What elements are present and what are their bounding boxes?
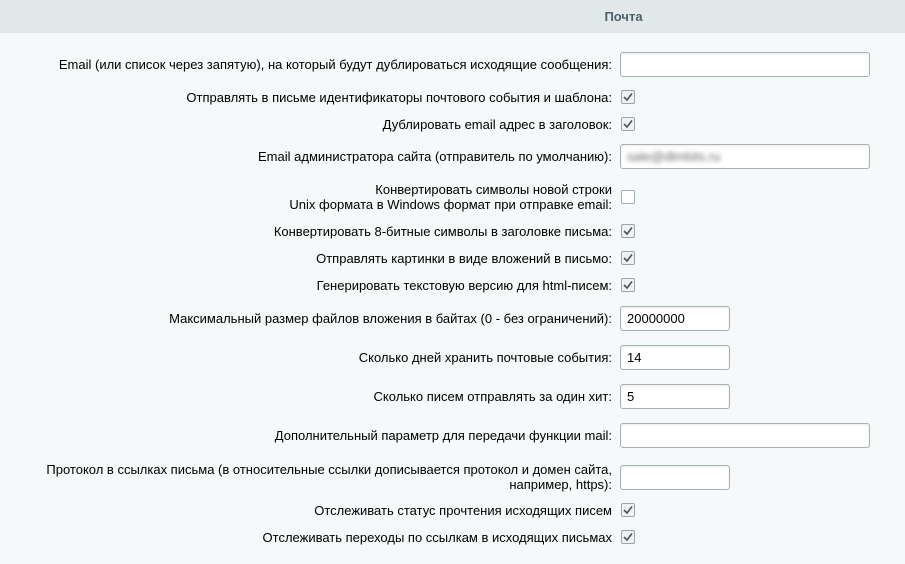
track-read-checkbox[interactable] <box>621 503 635 517</box>
field-label-line2: Unix формата в Windows формат при отправ… <box>289 197 612 212</box>
images-attachments-checkbox[interactable] <box>621 251 635 265</box>
max-attachment-size-input[interactable] <box>620 305 730 331</box>
event-days-input[interactable] <box>620 344 730 370</box>
letters-per-hit-input[interactable] <box>620 383 730 409</box>
row-mail-param: Дополнительный параметр для передачи фун… <box>0 422 905 448</box>
admin-email-input[interactable]: sale@dlmbits.ru <box>620 143 870 169</box>
duplicate-header-checkbox[interactable] <box>621 117 635 131</box>
field-label-line1: Конвертировать символы новой строки <box>375 182 612 197</box>
check-icon <box>623 120 633 129</box>
row-link-protocol: Протокол в ссылках письма (в относительн… <box>0 461 905 493</box>
row-track-read: Отслеживать статус прочтения исходящих п… <box>0 502 905 518</box>
field-label: Протокол в ссылках письма (в относительн… <box>0 462 620 492</box>
check-icon <box>623 227 633 236</box>
field-label: Email (или список через запятую), на кот… <box>58 56 612 72</box>
track-clicks-checkbox[interactable] <box>621 530 635 544</box>
mail-param-input[interactable] <box>620 422 870 448</box>
check-icon <box>623 506 633 515</box>
convert-8bit-checkbox[interactable] <box>621 224 635 238</box>
field-label-line2: например, https): <box>509 477 612 492</box>
check-icon <box>623 533 633 542</box>
row-duplicate-header: Дублировать email адрес в заголовок: <box>0 116 905 132</box>
field-label: Отправлять в письме идентификаторы почто… <box>186 89 612 105</box>
field-label: Сколько писем отправлять за один хит: <box>373 388 612 404</box>
field-label: Сколько дней хранить почтовые события: <box>358 349 612 365</box>
check-icon <box>623 281 633 290</box>
field-label-line1: Протокол в ссылках письма (в относительн… <box>46 462 612 477</box>
field-label: Отслеживать переходы по ссылкам в исходя… <box>262 529 612 545</box>
section-header: Почта <box>0 0 905 33</box>
row-duplicate-email: Email (или список через запятую), на кот… <box>0 51 905 77</box>
text-version-checkbox[interactable] <box>621 278 635 292</box>
field-label: Отправлять картинки в виде вложений в пи… <box>316 250 612 266</box>
row-max-attachment-size: Максимальный размер файлов вложения в ба… <box>0 305 905 331</box>
field-label: Дополнительный параметр для передачи фун… <box>274 427 612 443</box>
check-icon <box>623 254 633 263</box>
field-label: Конвертировать символы новой строки Unix… <box>0 182 620 212</box>
send-event-ids-checkbox[interactable] <box>621 90 635 104</box>
field-label: Максимальный размер файлов вложения в ба… <box>169 310 612 326</box>
link-protocol-input[interactable] <box>620 464 730 490</box>
check-icon <box>623 93 633 102</box>
row-text-version: Генерировать текстовую версию для html-п… <box>0 277 905 293</box>
duplicate-email-input[interactable] <box>620 51 870 77</box>
section-title: Почта <box>604 9 643 24</box>
convert-newline-checkbox[interactable] <box>621 190 635 204</box>
row-admin-email: Email администратора сайта (отправитель … <box>0 143 905 169</box>
row-convert-8bit: Конвертировать 8-битные символы в заголо… <box>0 223 905 239</box>
field-label: Генерировать текстовую версию для html-п… <box>316 277 612 293</box>
field-label: Email администратора сайта (отправитель … <box>258 148 612 164</box>
field-label: Отслеживать статус прочтения исходящих п… <box>314 502 612 518</box>
admin-email-value: sale@dlmbits.ru <box>627 148 721 164</box>
field-label: Конвертировать 8-битные символы в заголо… <box>273 223 612 239</box>
row-event-days: Сколько дней хранить почтовые события: <box>0 344 905 370</box>
field-label: Дублировать email адрес в заголовок: <box>382 116 612 132</box>
row-letters-per-hit: Сколько писем отправлять за один хит: <box>0 383 905 409</box>
row-images-attachments: Отправлять картинки в виде вложений в пи… <box>0 250 905 266</box>
row-convert-newline: Конвертировать символы новой строки Unix… <box>0 181 905 213</box>
row-send-event-ids: Отправлять в письме идентификаторы почто… <box>0 89 905 105</box>
row-track-clicks: Отслеживать переходы по ссылкам в исходя… <box>0 529 905 545</box>
